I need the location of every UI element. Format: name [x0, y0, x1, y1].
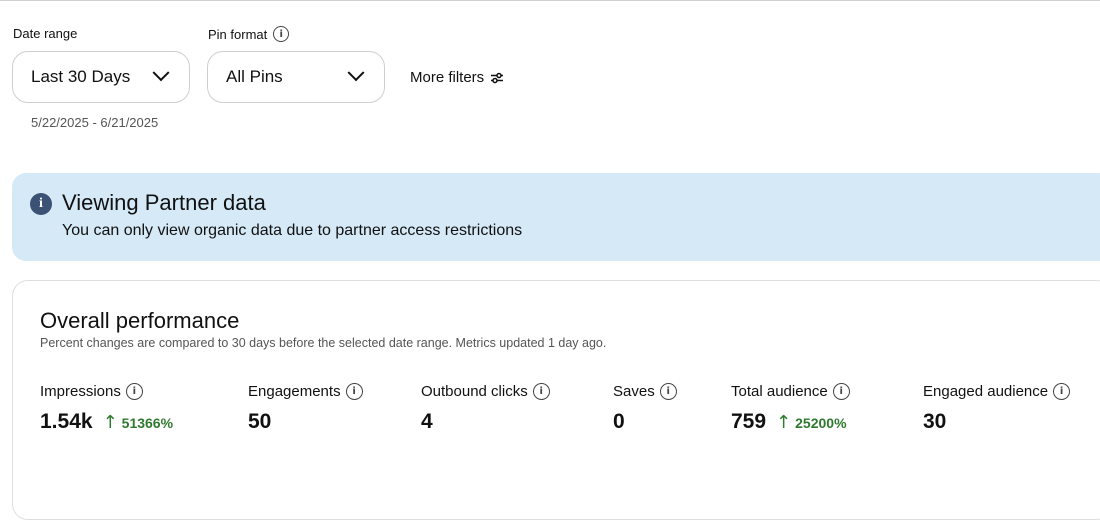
metric-value: 30 [923, 410, 1070, 434]
metric-label-text: Impressions [40, 383, 121, 400]
info-filled-icon: i [30, 193, 52, 215]
arrow-up-icon: ↑ [776, 412, 792, 433]
metric-value: 4 [421, 410, 550, 434]
metric-number: 759 [731, 410, 767, 433]
info-icon[interactable]: i [125, 383, 143, 400]
chevron-down-icon [152, 64, 170, 82]
metric-label: Saves i [613, 383, 677, 400]
metric-label-text: Total audience [731, 383, 828, 400]
metric-number: 30 [923, 410, 947, 433]
info-icon[interactable]: i [1053, 383, 1071, 400]
pin-format-dropdown[interactable]: All Pins [207, 51, 385, 103]
metric-number: 4 [421, 410, 433, 433]
chevron-down-icon [347, 64, 365, 82]
pin-format-label: Pin format i [208, 26, 290, 42]
top-divider [0, 0, 1100, 1]
metric-label-text: Outbound clicks [421, 383, 528, 400]
metric-change: ↑ 25200% [776, 412, 846, 433]
metric-engaged-audience: Engaged audience i 30 [923, 383, 1071, 434]
metric-label-text: Saves [613, 383, 655, 400]
metric-value: 1.54k ↑ 51366% [40, 410, 173, 434]
card-title: Overall performance [40, 308, 240, 333]
metric-number: 0 [613, 410, 625, 433]
metric-saves: Saves i 0 [613, 383, 677, 434]
metric-value: 759 ↑ 25200% [731, 410, 850, 434]
date-range-label: Date range [13, 26, 77, 41]
metric-outbound-clicks: Outbound clicks i 4 [421, 383, 550, 434]
banner-text: You can only view organic data due to pa… [62, 222, 523, 239]
metric-engagements: Engagements i 50 [248, 383, 363, 434]
metric-label: Engaged audience i [923, 383, 1071, 400]
metric-label: Engagements i [248, 383, 363, 400]
metric-number: 50 [248, 410, 272, 433]
metric-value: 50 [248, 410, 363, 434]
pin-format-value: All Pins [226, 67, 283, 86]
metric-label: Impressions i [40, 383, 173, 400]
date-range-dates: 5/22/2025 - 6/21/2025 [31, 115, 159, 130]
info-icon[interactable]: i [532, 383, 550, 400]
metric-change-text: 51366% [121, 414, 174, 431]
metric-label: Total audience i [731, 383, 850, 400]
info-icon[interactable]: i [832, 383, 850, 400]
metric-impressions: Impressions i 1.54k ↑ 51366% [40, 383, 173, 434]
info-icon[interactable]: i [659, 383, 677, 400]
sliders-icon [491, 72, 504, 83]
more-filters-button[interactable]: More filters [410, 69, 504, 86]
more-filters-label: More filters [410, 69, 485, 86]
arrow-up-icon: ↑ [102, 412, 118, 433]
pin-format-label-text: Pin format [208, 26, 268, 42]
metric-label: Outbound clicks i [421, 383, 550, 400]
banner-title: Viewing Partner data [62, 190, 266, 215]
metric-change-text: 25200% [795, 414, 847, 431]
date-range-dropdown[interactable]: Last 30 Days [12, 51, 190, 103]
metric-label-text: Engaged audience [923, 383, 1049, 400]
metric-total-audience: Total audience i 759 ↑ 25200% [731, 383, 850, 434]
info-icon[interactable]: i [345, 383, 363, 400]
metric-change: ↑ 51366% [103, 412, 173, 433]
date-range-value: Last 30 Days [31, 67, 131, 86]
date-range-label-text: Date range [13, 26, 78, 41]
card-subtitle: Percent changes are compared to 30 days … [40, 336, 607, 350]
metric-number: 1.54k [40, 410, 93, 433]
metric-value: 0 [613, 410, 677, 434]
info-icon[interactable]: i [273, 26, 290, 42]
metric-label-text: Engagements [248, 383, 341, 400]
partner-data-banner [12, 173, 1100, 261]
